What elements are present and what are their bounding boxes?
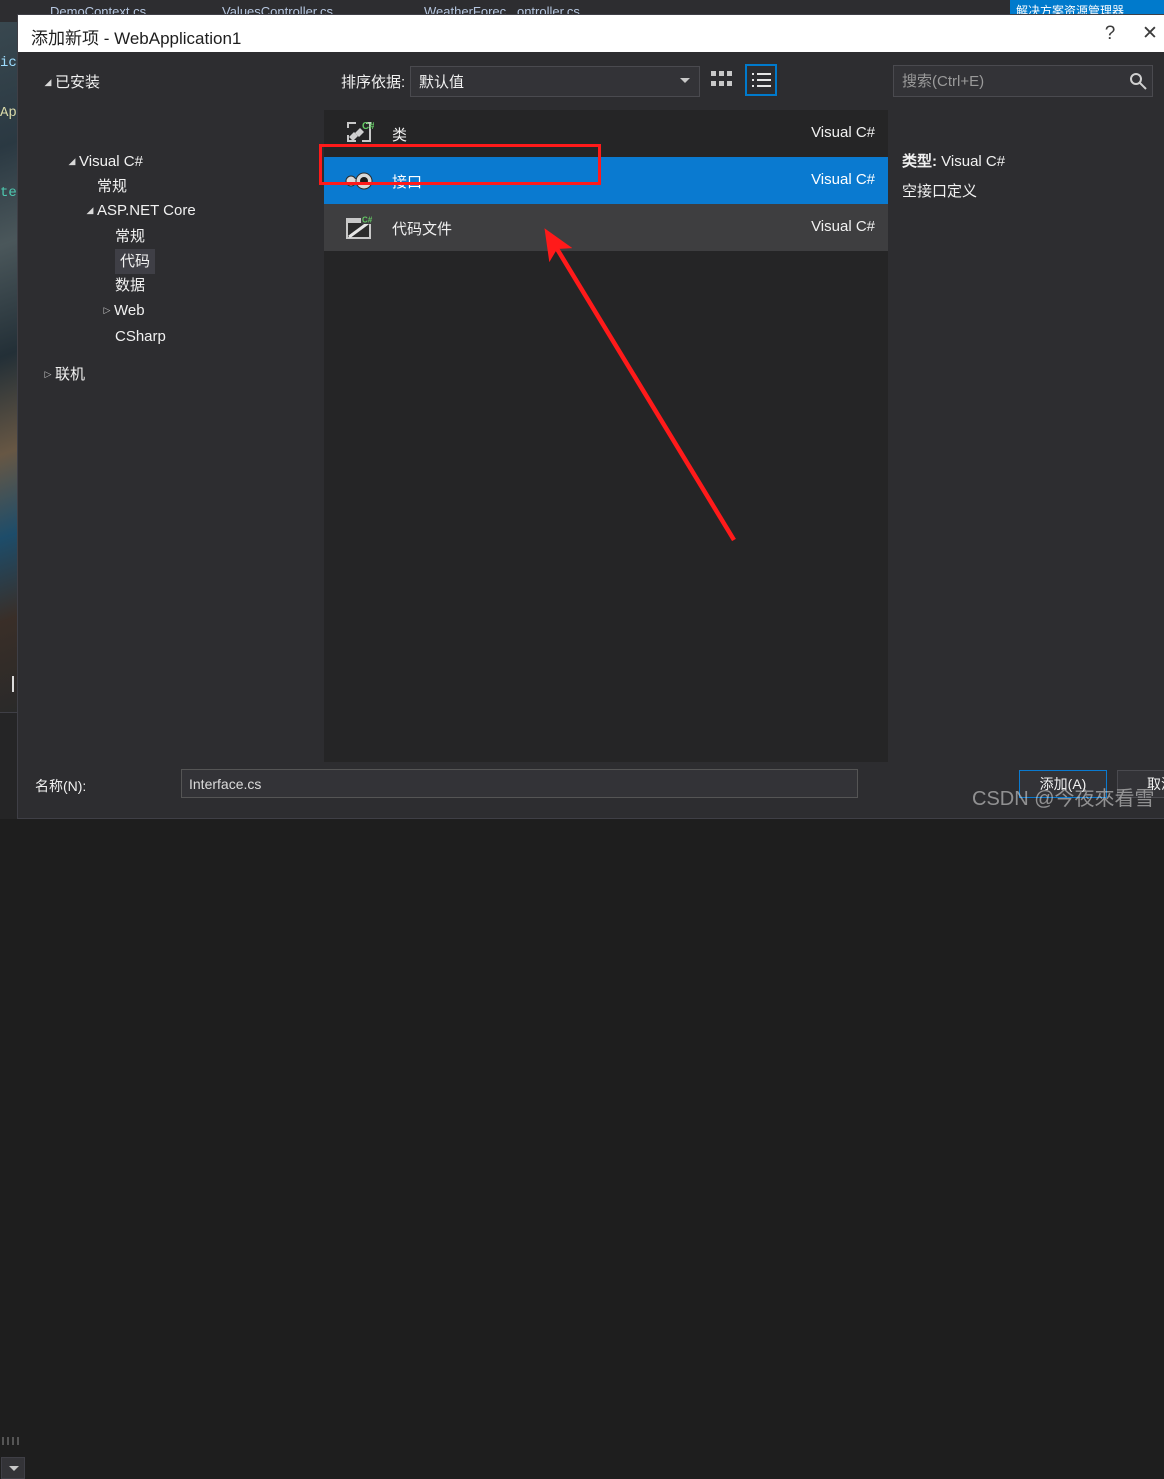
code-file-icon: C# bbox=[344, 213, 374, 243]
tree-item-general[interactable]: 常规 bbox=[97, 174, 127, 199]
name-label: 名称(N): bbox=[35, 778, 87, 794]
tree-item-label: Visual C# bbox=[79, 153, 143, 170]
add-button[interactable]: 添加(A) bbox=[1019, 770, 1107, 798]
tree-item-label: Web bbox=[114, 302, 145, 319]
collapsed-triangle-icon: ▷ bbox=[44, 369, 52, 379]
sort-by-value: 默认值 bbox=[419, 74, 465, 91]
text-caret bbox=[12, 676, 14, 692]
code-fragment: Ap bbox=[0, 105, 17, 121]
help-icon[interactable]: ? bbox=[1096, 20, 1124, 48]
template-item-class[interactable]: C# 类 Visual C# bbox=[324, 110, 888, 157]
template-category-tree: ◢ 已安装 ◢ Visual C# 常规 ◢ ASP.NET Core 常规 代码 数… bbox=[18, 52, 324, 762]
grid-view-icon[interactable] bbox=[707, 64, 739, 96]
tree-item-csharp[interactable]: CSharp bbox=[115, 324, 166, 349]
tree-item-label: 常规 bbox=[115, 228, 146, 245]
name-row: 名称(N): bbox=[18, 764, 1164, 809]
tree-item-label: ASP.NET Core bbox=[97, 202, 196, 219]
tree-item-data[interactable]: 数据 bbox=[115, 273, 145, 298]
close-icon[interactable]: ✕ bbox=[1136, 20, 1164, 48]
tree-item-label: 数据 bbox=[115, 277, 146, 294]
add-new-item-dialog: 添加新项 - WebApplication1 ? ✕ ◢ 已安装 ◢ Visual … bbox=[18, 15, 1164, 818]
template-name: 接口 bbox=[392, 174, 423, 191]
tree-item-online[interactable]: ▷ 联机 bbox=[41, 362, 85, 387]
class-icon: C# bbox=[344, 119, 375, 149]
template-description: 空接口定义 bbox=[902, 183, 978, 200]
template-item-interface[interactable]: 接口 Visual C# bbox=[324, 157, 888, 204]
collapsed-triangle-icon: ▷ bbox=[103, 305, 111, 315]
template-info-pane: 类型: Visual C# 空接口定义 bbox=[888, 110, 1164, 762]
tree-item-label: 常规 bbox=[97, 178, 128, 195]
dotted-divider bbox=[2, 1437, 22, 1445]
chevron-down-icon bbox=[680, 78, 690, 83]
template-language: Visual C# bbox=[811, 218, 875, 235]
tree-item-visual-csharp[interactable]: ◢ Visual C# bbox=[65, 149, 143, 174]
tree-item-label: 代码 bbox=[115, 249, 156, 274]
expanded-triangle-icon: ◢ bbox=[86, 205, 94, 215]
template-type-value: Visual C# bbox=[941, 153, 1006, 170]
interface-icon bbox=[344, 166, 374, 196]
name-field[interactable] bbox=[181, 769, 858, 798]
tree-item-label: 已安装 bbox=[55, 74, 101, 91]
svg-text:C#: C# bbox=[362, 216, 373, 225]
template-item-code-file[interactable]: C# 代码文件 Visual C# bbox=[324, 204, 888, 251]
list-toolbar: 排序依据: 默认值 bbox=[324, 52, 888, 110]
dialog-title: 添加新项 - WebApplication1 bbox=[31, 29, 242, 48]
tree-item-web[interactable]: ▷ Web bbox=[100, 298, 145, 323]
dialog-title-bar: 添加新项 - WebApplication1 ? ✕ bbox=[18, 15, 1164, 52]
tree-item-code[interactable]: 代码 bbox=[115, 249, 156, 274]
cancel-button[interactable]: 取消 bbox=[1117, 770, 1164, 798]
template-list: C# 类 Visual C# 接口 Visual C# C# 代码文件 Visu… bbox=[324, 110, 888, 762]
tree-item-installed[interactable]: ◢ 已安装 bbox=[41, 70, 100, 95]
svg-text:C#: C# bbox=[362, 121, 374, 132]
expanded-triangle-icon: ◢ bbox=[68, 156, 76, 166]
code-fragment: ic bbox=[0, 55, 17, 71]
sort-by-label: 排序依据: bbox=[341, 74, 406, 91]
tree-item-label: CSharp bbox=[115, 328, 166, 345]
template-language: Visual C# bbox=[811, 171, 875, 188]
search-icon[interactable] bbox=[1128, 71, 1148, 91]
list-view-icon[interactable] bbox=[745, 64, 777, 96]
template-name: 代码文件 bbox=[392, 221, 453, 238]
code-fragment: te bbox=[0, 185, 17, 201]
expanded-triangle-icon: ◢ bbox=[44, 77, 52, 87]
tree-item-general-sub[interactable]: 常规 bbox=[115, 224, 145, 249]
template-name: 类 bbox=[392, 127, 408, 144]
dialog-body: ◢ 已安装 ◢ Visual C# 常规 ◢ ASP.NET Core 常规 代码 数… bbox=[18, 52, 1164, 818]
template-language: Visual C# bbox=[811, 124, 875, 141]
search-box[interactable] bbox=[893, 65, 1153, 97]
member-dropdown[interactable] bbox=[1, 1457, 25, 1479]
search-input[interactable] bbox=[894, 66, 1124, 96]
sort-by-dropdown[interactable]: 默认值 bbox=[410, 66, 700, 97]
search-container bbox=[888, 52, 1164, 110]
template-type-row: 类型: Visual C# bbox=[902, 150, 1005, 171]
template-type-label: 类型: bbox=[902, 153, 937, 170]
tree-item-aspnet-core[interactable]: ◢ ASP.NET Core bbox=[83, 198, 196, 223]
tree-item-label: 联机 bbox=[55, 366, 86, 383]
name-input[interactable] bbox=[182, 770, 857, 797]
